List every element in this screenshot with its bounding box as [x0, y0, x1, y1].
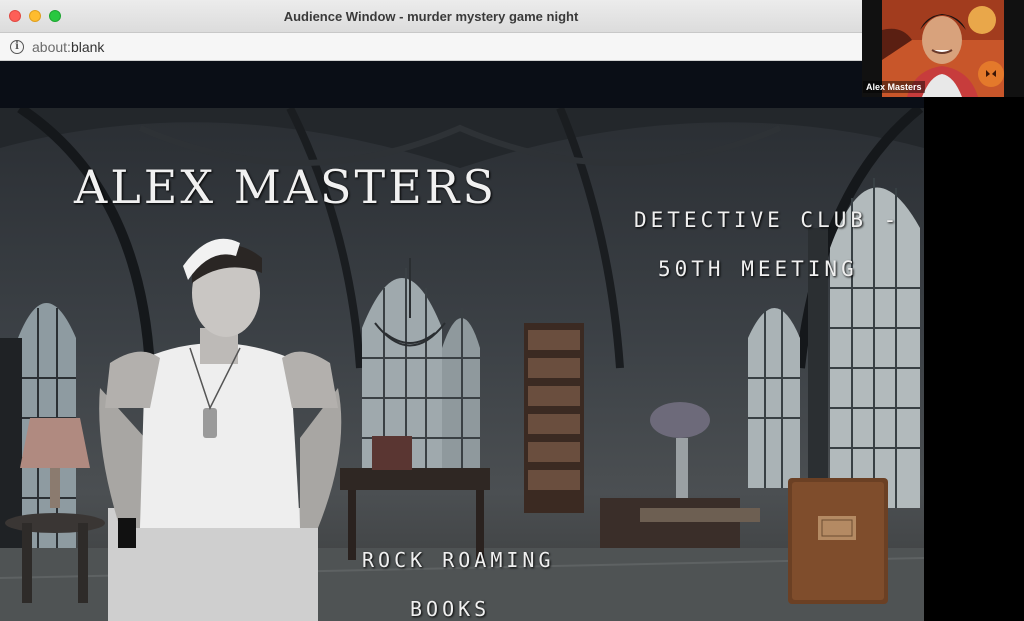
close-window-button[interactable] — [9, 10, 21, 22]
location-text: ROCK ROAMING BOOKS — [362, 536, 562, 621]
address-bar[interactable]: i about:blank — [0, 33, 862, 61]
window-title: Audience Window - murder mystery game ni… — [283, 8, 579, 24]
book-clue-image — [788, 478, 888, 604]
title-slide: ALEX MASTERS DETECTIVE CLUB - 50TH MEETI… — [0, 108, 924, 621]
url-path: blank — [70, 38, 105, 55]
window-titlebar: Audience Window - murder mystery game ni… — [0, 0, 862, 33]
participant-name-label: Alex Masters — [863, 81, 925, 93]
minimize-window-button[interactable] — [29, 10, 41, 22]
window-controls — [9, 10, 61, 22]
url-text[interactable]: about:blank — [32, 39, 104, 55]
participant-video-tile[interactable]: Alex Masters — [862, 0, 1024, 97]
location-line-1: ROCK ROAMING — [362, 548, 555, 572]
audience-content: ALEX MASTERS DETECTIVE CLUB - 50TH MEETI… — [0, 61, 1024, 621]
location-line-2: BOOKS — [410, 597, 491, 621]
url-scheme: about: — [32, 38, 71, 55]
slide-top-letterbox — [0, 61, 924, 108]
slide-title: ALEX MASTERS — [74, 160, 497, 214]
club-line-2: 50TH MEETING — [658, 257, 858, 281]
info-icon[interactable]: i — [10, 39, 24, 54]
club-line-1: DETECTIVE CLUB - — [634, 208, 901, 232]
club-meeting-text: DETECTIVE CLUB - 50TH MEETING — [634, 196, 901, 294]
man-figure — [99, 238, 342, 621]
maximize-window-button[interactable] — [49, 10, 61, 22]
